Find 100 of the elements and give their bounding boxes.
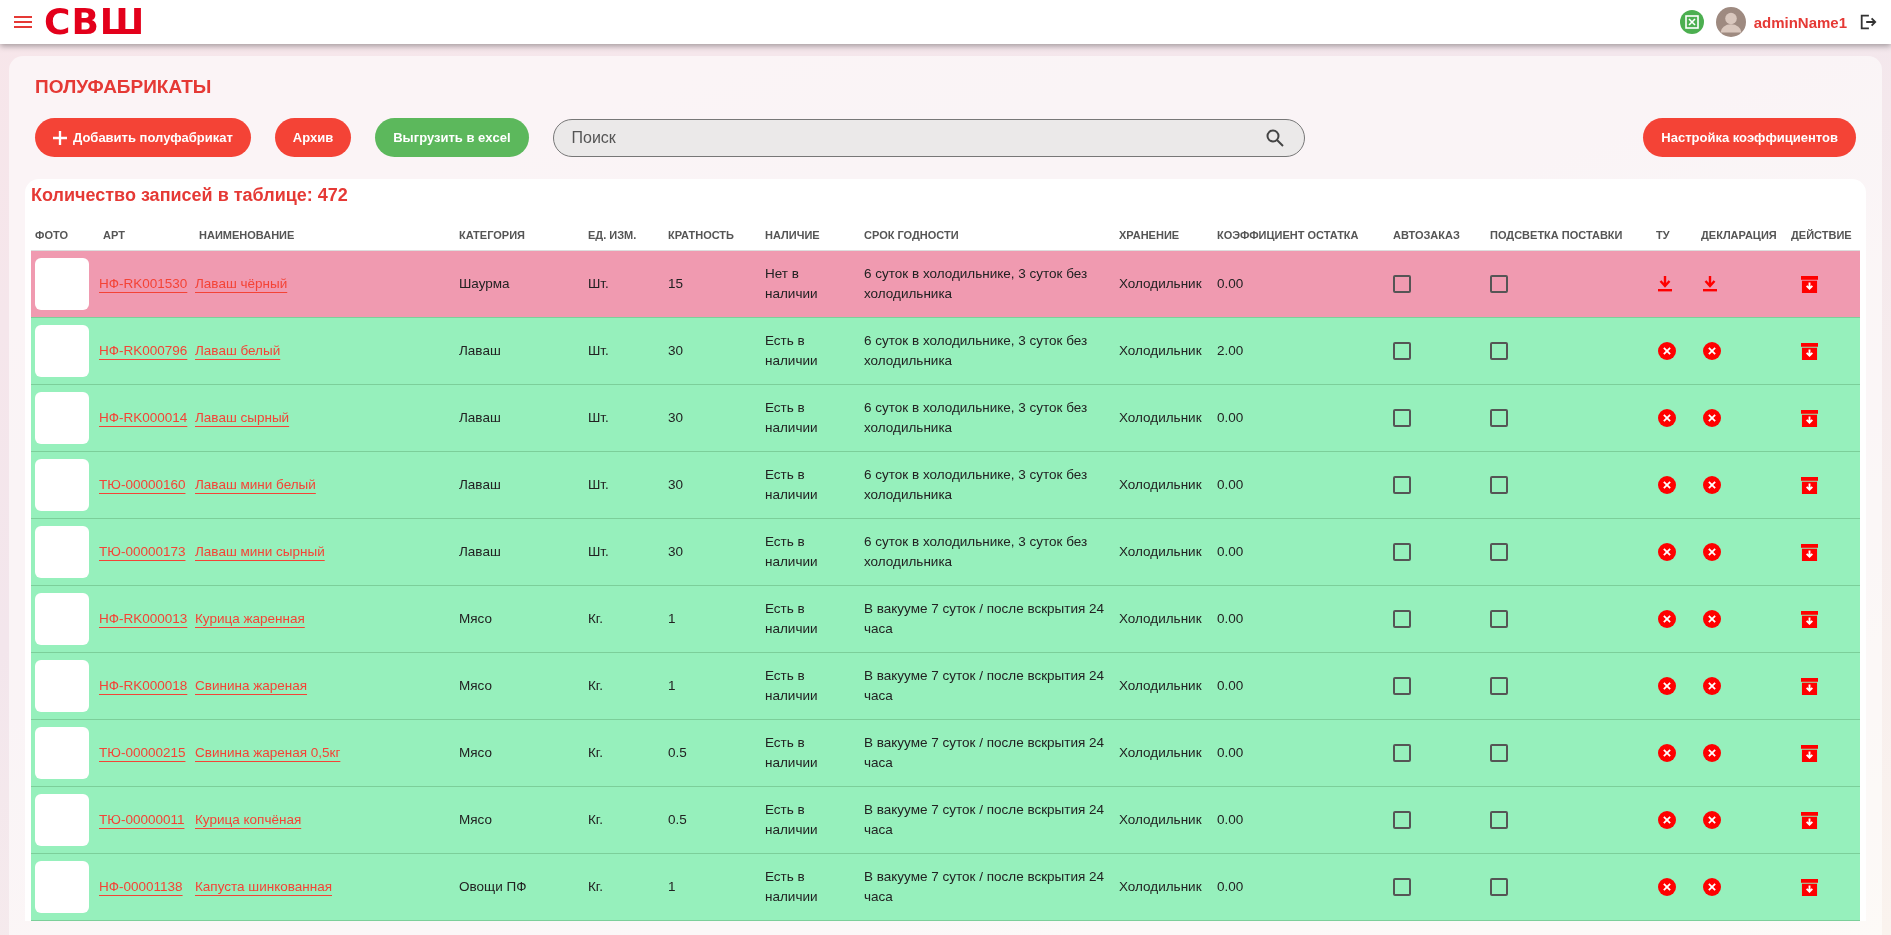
article-link[interactable]: НФ-RK000018 bbox=[99, 676, 195, 696]
name-link[interactable]: Лаваш чёрный bbox=[195, 276, 292, 292]
table-cell-text: 6 суток в холодильнике, 3 суток без холодильника bbox=[863, 466, 1089, 504]
table-row[interactable]: ТЮ-00000215 Свинина жареная 0,5кг Мясо Кг. 0.5 Есть в наличии В вакууме 7 суток / после вскрытия 24 часа Холодильник 0.00 bbox=[31, 720, 1860, 787]
table-cell-text: Шт. bbox=[587, 342, 610, 361]
article-link[interactable]: ТЮ-00000160 bbox=[99, 475, 195, 495]
checkbox[interactable] bbox=[1393, 275, 1411, 293]
checkbox[interactable] bbox=[1490, 409, 1508, 427]
archive-icon[interactable] bbox=[1801, 811, 1818, 829]
checkbox[interactable] bbox=[1393, 543, 1411, 561]
checkbox[interactable] bbox=[1490, 878, 1508, 896]
name-link[interactable]: Лаваш мини сырный bbox=[195, 544, 329, 560]
table-cell-text: Овощи ПФ bbox=[458, 878, 528, 897]
avatar-icon[interactable] bbox=[1715, 7, 1746, 37]
name-link[interactable]: Курица копчёная bbox=[195, 812, 306, 828]
article-link[interactable]: ТЮ-00000215 bbox=[99, 743, 195, 763]
table-cell-text: Есть в наличии bbox=[764, 734, 819, 772]
article-link[interactable]: ТЮ-00000011 bbox=[99, 810, 195, 830]
column-header: АВТОЗАКАЗ bbox=[1392, 229, 1461, 241]
checkbox[interactable] bbox=[1490, 677, 1508, 695]
table-row[interactable]: ТЮ-00000173 Лаваш мини сырный Лаваш Шт. 30 Есть в наличии 6 суток в холодильнике, 3 суток без холодильника Холодильник 0.00 bbox=[31, 519, 1860, 586]
article-link[interactable]: НФ-RK001530 bbox=[99, 274, 195, 294]
checkbox[interactable] bbox=[1393, 476, 1411, 494]
table-cell-text: Мясо bbox=[458, 610, 493, 629]
table-cell-text: Холодильник bbox=[1118, 543, 1203, 562]
photo-placeholder bbox=[35, 526, 89, 578]
table-row[interactable]: НФ-RK000014 Лаваш сырный Лаваш Шт. 30 Есть в наличии 6 суток в холодильнике, 3 суток без холодильника Холодильник 0.00 bbox=[31, 385, 1860, 452]
checkbox[interactable] bbox=[1393, 409, 1411, 427]
table-cell-text: Есть в наличии bbox=[764, 399, 819, 437]
logo[interactable]: СВШ bbox=[44, 4, 146, 40]
export-button[interactable]: Выгрузить в excel bbox=[375, 118, 529, 157]
checkbox[interactable] bbox=[1393, 811, 1411, 829]
checkbox[interactable] bbox=[1490, 543, 1508, 561]
spreadsheet-icon[interactable] bbox=[1679, 10, 1704, 34]
checkbox[interactable] bbox=[1490, 342, 1508, 360]
coefficients-button[interactable]: Настройка коэффициентов bbox=[1643, 118, 1856, 157]
name-link[interactable]: Капуста шинкованная bbox=[195, 879, 336, 895]
page-title: ПОЛУФАБРИКАТЫ bbox=[35, 76, 213, 98]
name-link[interactable]: Лаваш сырный bbox=[195, 410, 294, 426]
name-link[interactable]: Лаваш мини белый bbox=[195, 477, 320, 493]
table-cell-text: 0.00 bbox=[1216, 409, 1245, 428]
archive-icon[interactable] bbox=[1801, 409, 1818, 427]
article-link[interactable]: НФ-RK000796 bbox=[99, 341, 195, 361]
table-row[interactable]: ТЮ-00000160 Лаваш мини белый Лаваш Шт. 30 Есть в наличии 6 суток в холодильнике, 3 суток без холодильника Холодильник 0.00 bbox=[31, 452, 1860, 519]
article-link[interactable]: ТЮ-00000173 bbox=[99, 542, 195, 562]
table-cell-text: 0.00 bbox=[1216, 543, 1245, 562]
table-cell-text: 30 bbox=[667, 342, 685, 361]
checkbox[interactable] bbox=[1490, 610, 1508, 628]
checkbox[interactable] bbox=[1393, 342, 1411, 360]
name-link[interactable]: Свинина жареная 0,5кг bbox=[195, 745, 345, 761]
checkbox[interactable] bbox=[1393, 878, 1411, 896]
archive-button[interactable]: Архив bbox=[274, 118, 352, 157]
table-cell-text: Мясо bbox=[458, 677, 493, 696]
name-link[interactable]: Лаваш белый bbox=[195, 343, 285, 359]
archive-icon[interactable] bbox=[1801, 677, 1818, 695]
menu-icon[interactable] bbox=[14, 16, 32, 28]
name-link[interactable]: Свинина жареная bbox=[195, 678, 311, 694]
logout-icon[interactable] bbox=[1859, 13, 1877, 31]
table-cell-text: В вакууме 7 суток / после вскрытия 24 часа bbox=[863, 600, 1106, 638]
name-link[interactable]: Курица жаренная bbox=[195, 611, 309, 627]
checkbox[interactable] bbox=[1393, 744, 1411, 762]
checkbox[interactable] bbox=[1393, 610, 1411, 628]
add-button[interactable]: Добавить полуфабрикат bbox=[35, 118, 251, 157]
record-count: Количество записей в таблице: 472 bbox=[31, 185, 349, 207]
table-row[interactable]: НФ-00001138 Капуста шинкованная Овощи ПФ Кг. 1 Есть в наличии В вакууме 7 суток / после вскрытия 24 часа Холодильник 0.00 bbox=[31, 854, 1860, 921]
table-row[interactable]: НФ-RK000018 Свинина жареная Мясо Кг. 1 Есть в наличии В вакууме 7 суток / после вскрытия 24 часа Холодильник 0.00 bbox=[31, 653, 1860, 720]
column-header: КАТЕГОРИЯ bbox=[458, 229, 526, 241]
table-cell-text: Шаурма bbox=[458, 275, 511, 294]
table-cell-text: Кг. bbox=[587, 878, 604, 897]
archive-icon[interactable] bbox=[1801, 878, 1818, 896]
article-link[interactable]: НФ-00001138 bbox=[99, 877, 195, 897]
search-icon[interactable] bbox=[1264, 127, 1285, 148]
archive-icon[interactable] bbox=[1801, 476, 1818, 494]
table-cell-text: Холодильник bbox=[1118, 342, 1203, 361]
user-name[interactable]: adminName1 bbox=[1753, 13, 1847, 31]
archive-icon[interactable] bbox=[1801, 744, 1818, 762]
checkbox[interactable] bbox=[1490, 811, 1508, 829]
archive-icon[interactable] bbox=[1801, 543, 1818, 561]
table-cell-text: 0.00 bbox=[1216, 811, 1245, 830]
table-row[interactable]: НФ-RK000796 Лаваш белый Лаваш Шт. 30 Есть в наличии 6 суток в холодильнике, 3 суток без холодильника Холодильник 2.00 bbox=[31, 318, 1860, 385]
table-row[interactable]: ТЮ-00000011 Курица копчёная Мясо Кг. 0.5 Есть в наличии В вакууме 7 суток / после вскрытия 24 часа Холодильник 0.00 bbox=[31, 787, 1860, 854]
column-header: СРОК ГОДНОСТИ bbox=[863, 229, 960, 241]
table-row[interactable]: НФ-RK000013 Курица жаренная Мясо Кг. 1 Есть в наличии В вакууме 7 суток / после вскрытия 24 часа Холодильник 0.00 bbox=[31, 586, 1860, 653]
checkbox[interactable] bbox=[1490, 476, 1508, 494]
archive-icon[interactable] bbox=[1801, 610, 1818, 628]
table-cell-text: Кг. bbox=[587, 744, 604, 763]
table-cell-text: 6 суток в холодильнике, 3 суток без холодильника bbox=[863, 533, 1089, 571]
photo-placeholder bbox=[35, 325, 89, 377]
checkbox[interactable] bbox=[1393, 677, 1411, 695]
column-header: АРТ bbox=[102, 229, 126, 241]
search-field[interactable]: Поиск bbox=[552, 118, 1305, 157]
article-link[interactable]: НФ-RK000013 bbox=[99, 609, 195, 629]
article-link[interactable]: НФ-RK000014 bbox=[99, 408, 195, 428]
archive-icon[interactable] bbox=[1801, 342, 1818, 360]
archive-icon[interactable] bbox=[1801, 275, 1818, 293]
table-cell-text: 15 bbox=[667, 275, 685, 294]
photo-placeholder bbox=[35, 459, 89, 511]
checkbox[interactable] bbox=[1490, 275, 1508, 293]
table-row[interactable]: НФ-RK001530 Лаваш чёрный Шаурма Шт. 15 Нет в наличии 6 суток в холодильнике, 3 суток без холодильника Холодильник 0.00 bbox=[31, 251, 1860, 318]
checkbox[interactable] bbox=[1490, 744, 1508, 762]
